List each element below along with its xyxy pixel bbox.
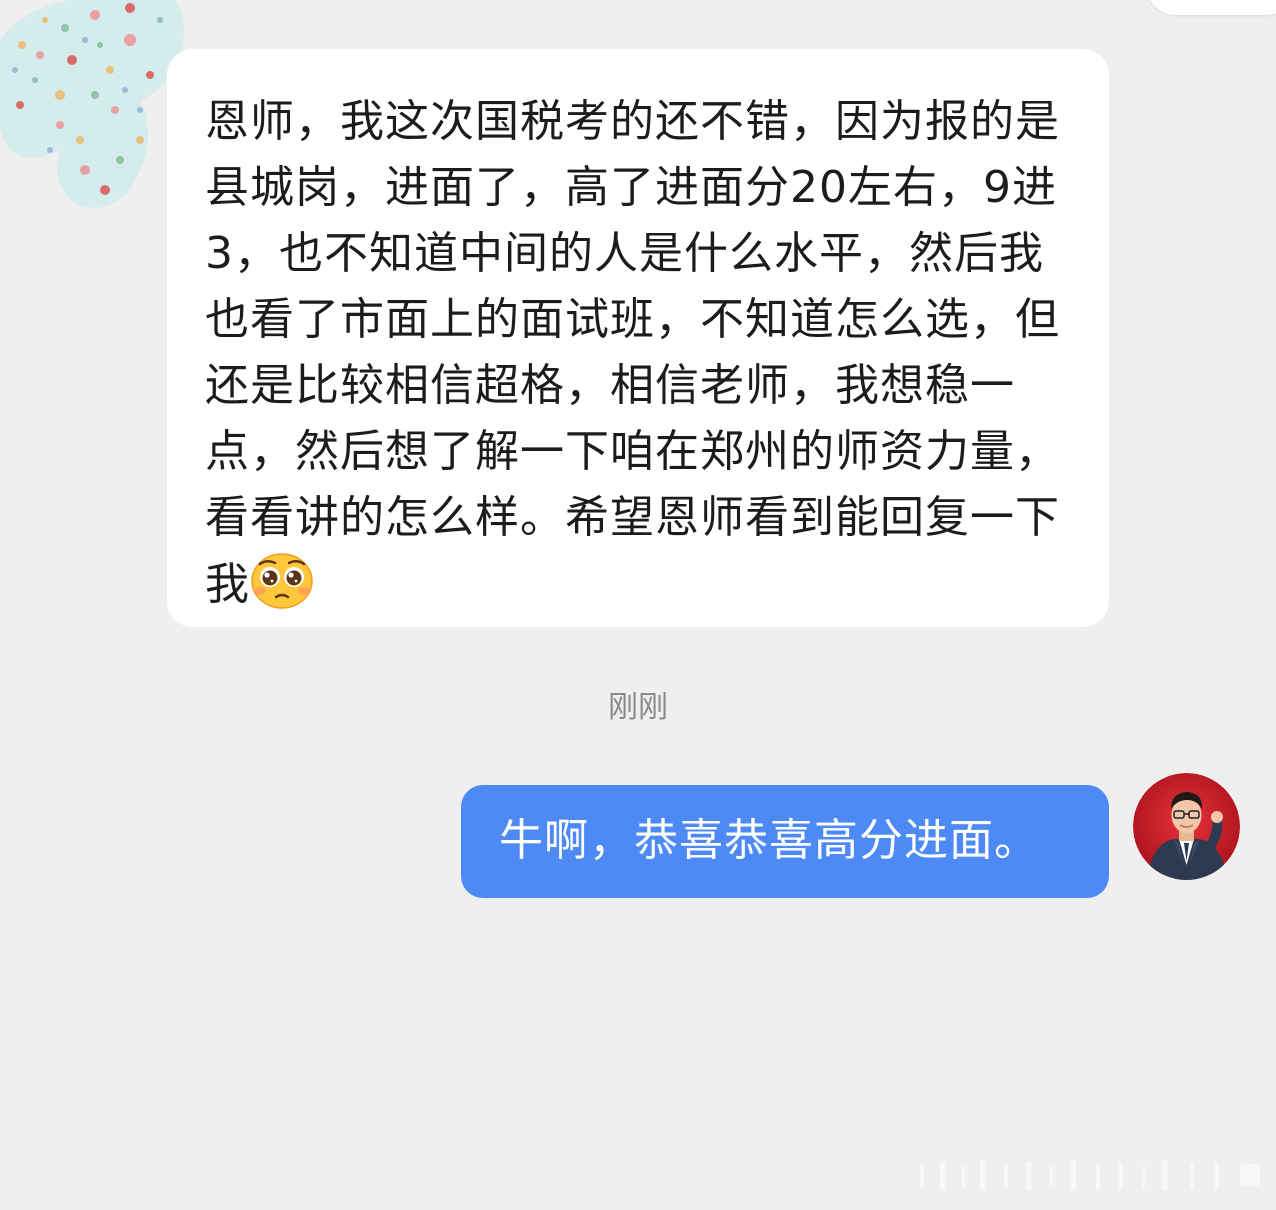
incoming-message-text: 恩师，我这次国税考的还不错，因为报的是县城岗，进面了，高了进面分20左右，9进3… [205,96,1060,610]
watermark-mark [920,1160,1260,1190]
sender-avatar[interactable] [0,0,186,215]
pleading-face-emoji-icon [251,553,313,609]
outgoing-message-bubble[interactable]: 牛啊，恭喜恭喜高分进面。 [461,785,1109,898]
outgoing-message-text: 牛啊，恭喜恭喜高分进面。 [499,815,1039,866]
user-avatar[interactable] [1133,773,1240,880]
top-corner-decoration [1146,0,1276,15]
message-timestamp: 刚刚 [608,690,668,725]
incoming-message-bubble[interactable]: 恩师，我这次国税考的还不错，因为报的是县城岗，进面了，高了进面分20左右，9进3… [167,49,1109,627]
